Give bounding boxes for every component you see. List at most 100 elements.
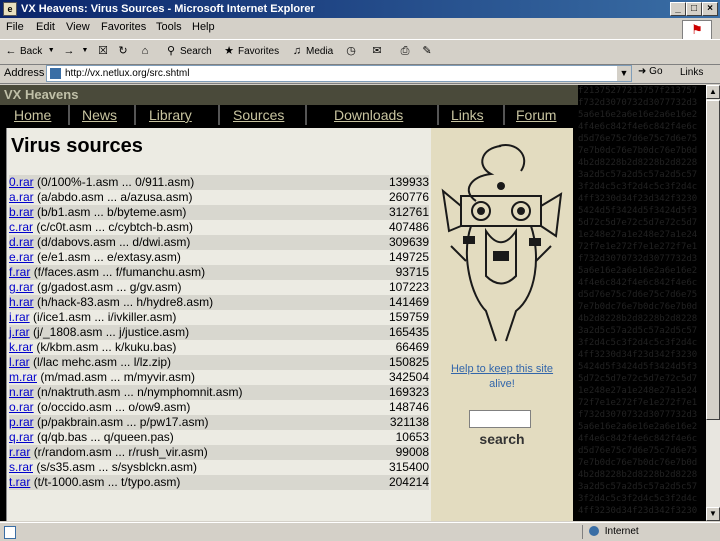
forward-button[interactable]: → ▼ [62, 44, 92, 58]
robot-drawing [441, 144, 563, 342]
search-input[interactable] [469, 410, 531, 428]
file-row: f.rar (f/faces.asm ... f/fumanchu.asm) 93… [9, 265, 429, 280]
file-link[interactable]: q.rar [9, 430, 34, 444]
links-button[interactable]: Links [680, 67, 703, 78]
vertical-scrollbar[interactable]: ▲ ▼ [706, 85, 720, 521]
address-input[interactable]: http://vx.netlux.org/src.shtml [46, 65, 632, 82]
nav-home[interactable]: Home [14, 107, 51, 123]
file-link[interactable]: m.rar [9, 370, 37, 384]
menu-favorites[interactable]: Favorites [101, 21, 146, 33]
nav-links[interactable]: Links [451, 107, 484, 123]
file-link[interactable]: a.rar [9, 190, 34, 204]
edit-icon: ✎ [422, 45, 432, 57]
file-row: j.rar (j/_1808.asm ... j/justice.asm) 165… [9, 325, 429, 340]
scroll-up-button[interactable]: ▲ [706, 85, 720, 99]
file-row: 0.rar (0/100%-1.asm ... 0/911.asm) 139933 [9, 175, 429, 190]
file-description: (a/abdo.asm ... a/azusa.asm) [37, 190, 193, 204]
chevron-down-icon: ▼ [47, 47, 55, 54]
file-link[interactable]: t.rar [9, 475, 30, 489]
go-arrow-icon: ➜ [638, 66, 647, 77]
go-button[interactable]: ➜ Go [638, 66, 663, 77]
menu-edit[interactable]: Edit [36, 21, 55, 33]
close-button[interactable]: × [702, 2, 718, 16]
file-link[interactable]: n.rar [9, 385, 34, 399]
file-description: (r/random.asm ... r/rush_vir.asm) [33, 445, 208, 459]
file-link[interactable]: k.rar [9, 340, 33, 354]
file-link[interactable]: l.rar [9, 355, 30, 369]
nav-divider [68, 105, 70, 125]
file-link[interactable]: d.rar [9, 235, 34, 249]
file-link[interactable]: i.rar [9, 310, 30, 324]
file-row: e.rar (e/e1.asm ... e/extasy.asm) 149725 [9, 250, 429, 265]
file-description: (0/100%-1.asm ... 0/911.asm) [37, 175, 195, 189]
file-link[interactable]: h.rar [9, 295, 34, 309]
help-link[interactable]: Help to keep this site alive! [431, 362, 573, 392]
globe-icon [589, 526, 599, 537]
file-size: 165435 [388, 325, 429, 339]
file-row: p.rar (p/pakbrain.asm ... p/pw17.asm) 321… [9, 415, 429, 430]
file-size: 148746 [388, 400, 429, 414]
menu-file[interactable]: File [6, 21, 24, 33]
file-link[interactable]: g.rar [9, 280, 34, 294]
file-link[interactable]: p.rar [9, 415, 34, 429]
file-link[interactable]: j.rar [9, 325, 30, 339]
file-link[interactable]: b.rar [9, 205, 34, 219]
nav-sources[interactable]: Sources [233, 107, 284, 123]
page-title: Virus sources [11, 135, 143, 157]
favorites-button[interactable]: ★ Favorites [222, 44, 279, 58]
file-description: (d/dabovs.asm ... d/dwi.asm) [37, 235, 191, 249]
site-nav: Home News Library Sources Downloads Link… [0, 105, 578, 125]
page-icon [50, 68, 61, 79]
file-link[interactable]: c.rar [9, 220, 33, 234]
menu-help[interactable]: Help [192, 21, 215, 33]
nav-forum[interactable]: Forum [516, 107, 556, 123]
refresh-button[interactable]: ↻ [116, 44, 130, 58]
scroll-thumb[interactable] [706, 100, 720, 420]
home-button[interactable]: ⌂ [138, 44, 152, 58]
file-link[interactable]: s.rar [9, 460, 33, 474]
address-bar: Address http://vx.netlux.org/src.shtml ▼… [0, 64, 720, 84]
edit-button[interactable]: ✎ [420, 44, 434, 58]
search-button[interactable]: ⚲ Search [164, 44, 212, 58]
file-size: 407486 [388, 220, 429, 234]
media-button[interactable]: ♫ Media [290, 44, 333, 58]
file-row: i.rar (i/ice1.asm ... i/ivkiller.asm) 159… [9, 310, 429, 325]
back-button[interactable]: ← Back ▼ [4, 44, 58, 58]
file-row: b.rar (b/b1.asm ... b/byteme.asm) 312761 [9, 205, 429, 220]
file-link[interactable]: e.rar [9, 250, 34, 264]
file-link[interactable]: 0.rar [9, 175, 34, 189]
menu-tools[interactable]: Tools [156, 21, 182, 33]
nav-downloads[interactable]: Downloads [334, 107, 403, 123]
file-description: (h/hack-83.asm ... h/hydre8.asm) [37, 295, 214, 309]
file-size: 321138 [389, 415, 429, 429]
sidebar: Help to keep this site alive! search [431, 128, 573, 521]
file-size: 312761 [388, 205, 429, 219]
nav-divider [305, 105, 307, 125]
file-link[interactable]: f.rar [9, 265, 30, 279]
file-description: (o/occido.asm ... o/ow9.asm) [37, 400, 191, 414]
file-link[interactable]: r.rar [9, 445, 30, 459]
back-arrow-icon: ← [5, 45, 17, 57]
title-bar: e VX Heavens: Virus Sources - Microsoft … [0, 0, 720, 18]
menu-bar: File Edit View Favorites Tools Help [0, 18, 720, 38]
help-link-text: Help to keep this site [450, 363, 554, 375]
print-button[interactable]: ⎙ [398, 44, 412, 58]
minimize-button[interactable]: _ [670, 2, 686, 16]
file-size: 150825 [388, 355, 429, 369]
stop-button[interactable]: ☒ [96, 44, 110, 58]
scroll-down-button[interactable]: ▼ [706, 507, 720, 521]
nav-news[interactable]: News [82, 107, 117, 123]
file-size: 309639 [388, 235, 429, 249]
address-dropdown-button[interactable]: ▼ [617, 66, 631, 81]
nav-divider [437, 105, 439, 125]
maximize-button[interactable]: □ [686, 2, 702, 16]
file-row: h.rar (h/hack-83.asm ... h/hydre8.asm) 14… [9, 295, 429, 310]
menu-view[interactable]: View [66, 21, 90, 33]
file-size: 66469 [395, 340, 429, 354]
nav-library[interactable]: Library [149, 107, 192, 123]
content-area: Virus sources 0.rar (0/100%-1.asm ... 0/… [6, 128, 573, 521]
chevron-down-icon: ▼ [81, 47, 89, 54]
file-link[interactable]: o.rar [9, 400, 34, 414]
history-button[interactable]: ◷ [344, 44, 358, 58]
mail-button[interactable]: ✉ [370, 44, 384, 58]
